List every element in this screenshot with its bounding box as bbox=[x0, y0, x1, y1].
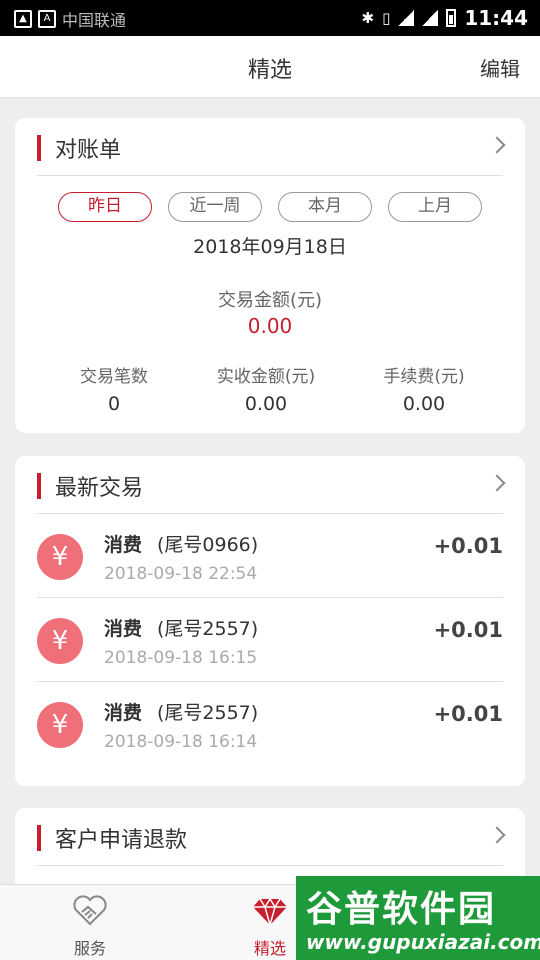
statement-card: 对账单 昨日 近一周 本月 上月 2018年09月18日 交易金额(元) 0.0… bbox=[15, 118, 525, 433]
transaction-row[interactable]: ¥ 消费 (尾号0966) 2018-09-18 22:54 +0.01 bbox=[37, 514, 503, 598]
stat-fee: 手续费(元) 0.00 bbox=[339, 362, 509, 415]
card-tail: (尾号2557) bbox=[157, 702, 259, 724]
card-tail: (尾号0966) bbox=[157, 534, 259, 556]
diamond-icon bbox=[253, 897, 287, 927]
stat-value: 0.00 bbox=[244, 393, 288, 415]
chevron-right-icon[interactable] bbox=[488, 826, 506, 844]
transaction-type: 消费 bbox=[104, 618, 143, 640]
font-notification-icon: A bbox=[38, 10, 56, 28]
transaction-time: 2018-09-18 16:15 bbox=[104, 648, 258, 668]
refund-title: 客户申请退款 bbox=[55, 828, 188, 853]
vibrate-icon: ▯ bbox=[382, 9, 391, 27]
chevron-right-icon[interactable] bbox=[488, 136, 506, 154]
handshake-icon bbox=[73, 895, 107, 926]
signal-icon bbox=[422, 10, 439, 26]
app-header: 精选 编辑 bbox=[0, 36, 540, 98]
yen-icon: ¥ bbox=[37, 618, 83, 664]
status-right: ✱ ▯ 11:44 bbox=[361, 6, 528, 30]
section-accent-bar bbox=[37, 825, 41, 851]
nav-item-service[interactable]: 服务 bbox=[0, 885, 180, 960]
yen-icon: ¥ bbox=[37, 534, 83, 580]
transaction-amount: +0.01 bbox=[433, 534, 503, 558]
transaction-amount: +0.01 bbox=[433, 702, 503, 726]
transactions-title: 最新交易 bbox=[55, 476, 144, 501]
tab-last-month[interactable]: 上月 bbox=[388, 192, 482, 222]
watermark-title: 谷普软件园 bbox=[306, 889, 497, 930]
amount-value: 0.00 bbox=[247, 314, 293, 338]
nav-label: 服务 bbox=[73, 939, 106, 958]
transaction-row[interactable]: ¥ 消费 (尾号2557) 2018-09-18 16:15 +0.01 bbox=[37, 598, 503, 682]
transaction-row[interactable]: ¥ 消费 (尾号2557) 2018-09-18 16:14 +0.01 bbox=[37, 682, 503, 766]
section-accent-bar bbox=[37, 135, 41, 161]
yen-icon: ¥ bbox=[37, 702, 83, 748]
image-notification-icon: ▲ bbox=[14, 10, 32, 28]
status-bar: ▲ A 中国联通 ✱ ▯ 11:44 bbox=[0, 0, 540, 36]
tab-this-month[interactable]: 本月 bbox=[278, 192, 372, 222]
stat-received-amount: 实收金额(元) 0.00 bbox=[181, 362, 351, 415]
page-title: 精选 bbox=[247, 58, 292, 83]
stat-value: 0.00 bbox=[402, 393, 446, 415]
refund-header[interactable]: 客户申请退款 bbox=[37, 808, 506, 866]
transaction-amount: +0.01 bbox=[433, 618, 503, 642]
wifi-icon bbox=[398, 10, 415, 26]
chevron-right-icon[interactable] bbox=[488, 474, 506, 492]
transaction-type: 消费 bbox=[104, 702, 143, 724]
card-tail: (尾号2557) bbox=[157, 618, 259, 640]
period-tabs: 昨日 近一周 本月 上月 bbox=[58, 192, 482, 222]
watermark-logo: 谷普软件园 www.gupuxiazai.com bbox=[296, 876, 540, 960]
transactions-header[interactable]: 最新交易 bbox=[37, 456, 506, 514]
section-accent-bar bbox=[37, 473, 41, 499]
transaction-type: 消费 bbox=[104, 534, 143, 556]
watermark-url: www.gupuxiazai.com bbox=[306, 930, 540, 954]
tab-last-week[interactable]: 近一周 bbox=[168, 192, 262, 222]
carrier-name: 中国联通 bbox=[62, 11, 127, 30]
battery-icon bbox=[446, 9, 457, 27]
edit-button[interactable]: 编辑 bbox=[480, 53, 520, 82]
statement-date: 2018年09月18日 bbox=[193, 236, 347, 258]
statement-header[interactable]: 对账单 bbox=[37, 118, 506, 176]
stat-label: 手续费(元) bbox=[383, 367, 465, 387]
amount-label: 交易金额(元) bbox=[217, 290, 323, 311]
statement-title: 对账单 bbox=[55, 138, 122, 163]
transaction-time: 2018-09-18 16:14 bbox=[104, 732, 258, 752]
stat-label: 交易笔数 bbox=[80, 367, 148, 387]
transaction-time: 2018-09-18 22:54 bbox=[104, 564, 258, 584]
clock: 11:44 bbox=[464, 6, 528, 30]
bluetooth-icon: ✱ bbox=[361, 9, 375, 27]
stat-transaction-count: 交易笔数 0 bbox=[29, 362, 199, 415]
status-left: ▲ A 中国联通 bbox=[14, 7, 126, 31]
tab-yesterday[interactable]: 昨日 bbox=[58, 192, 152, 222]
stat-label: 实收金额(元) bbox=[216, 367, 316, 387]
transactions-card: 最新交易 ¥ 消费 (尾号0966) 2018-09-18 22:54 +0.0… bbox=[15, 456, 525, 786]
stat-value: 0 bbox=[107, 393, 121, 415]
